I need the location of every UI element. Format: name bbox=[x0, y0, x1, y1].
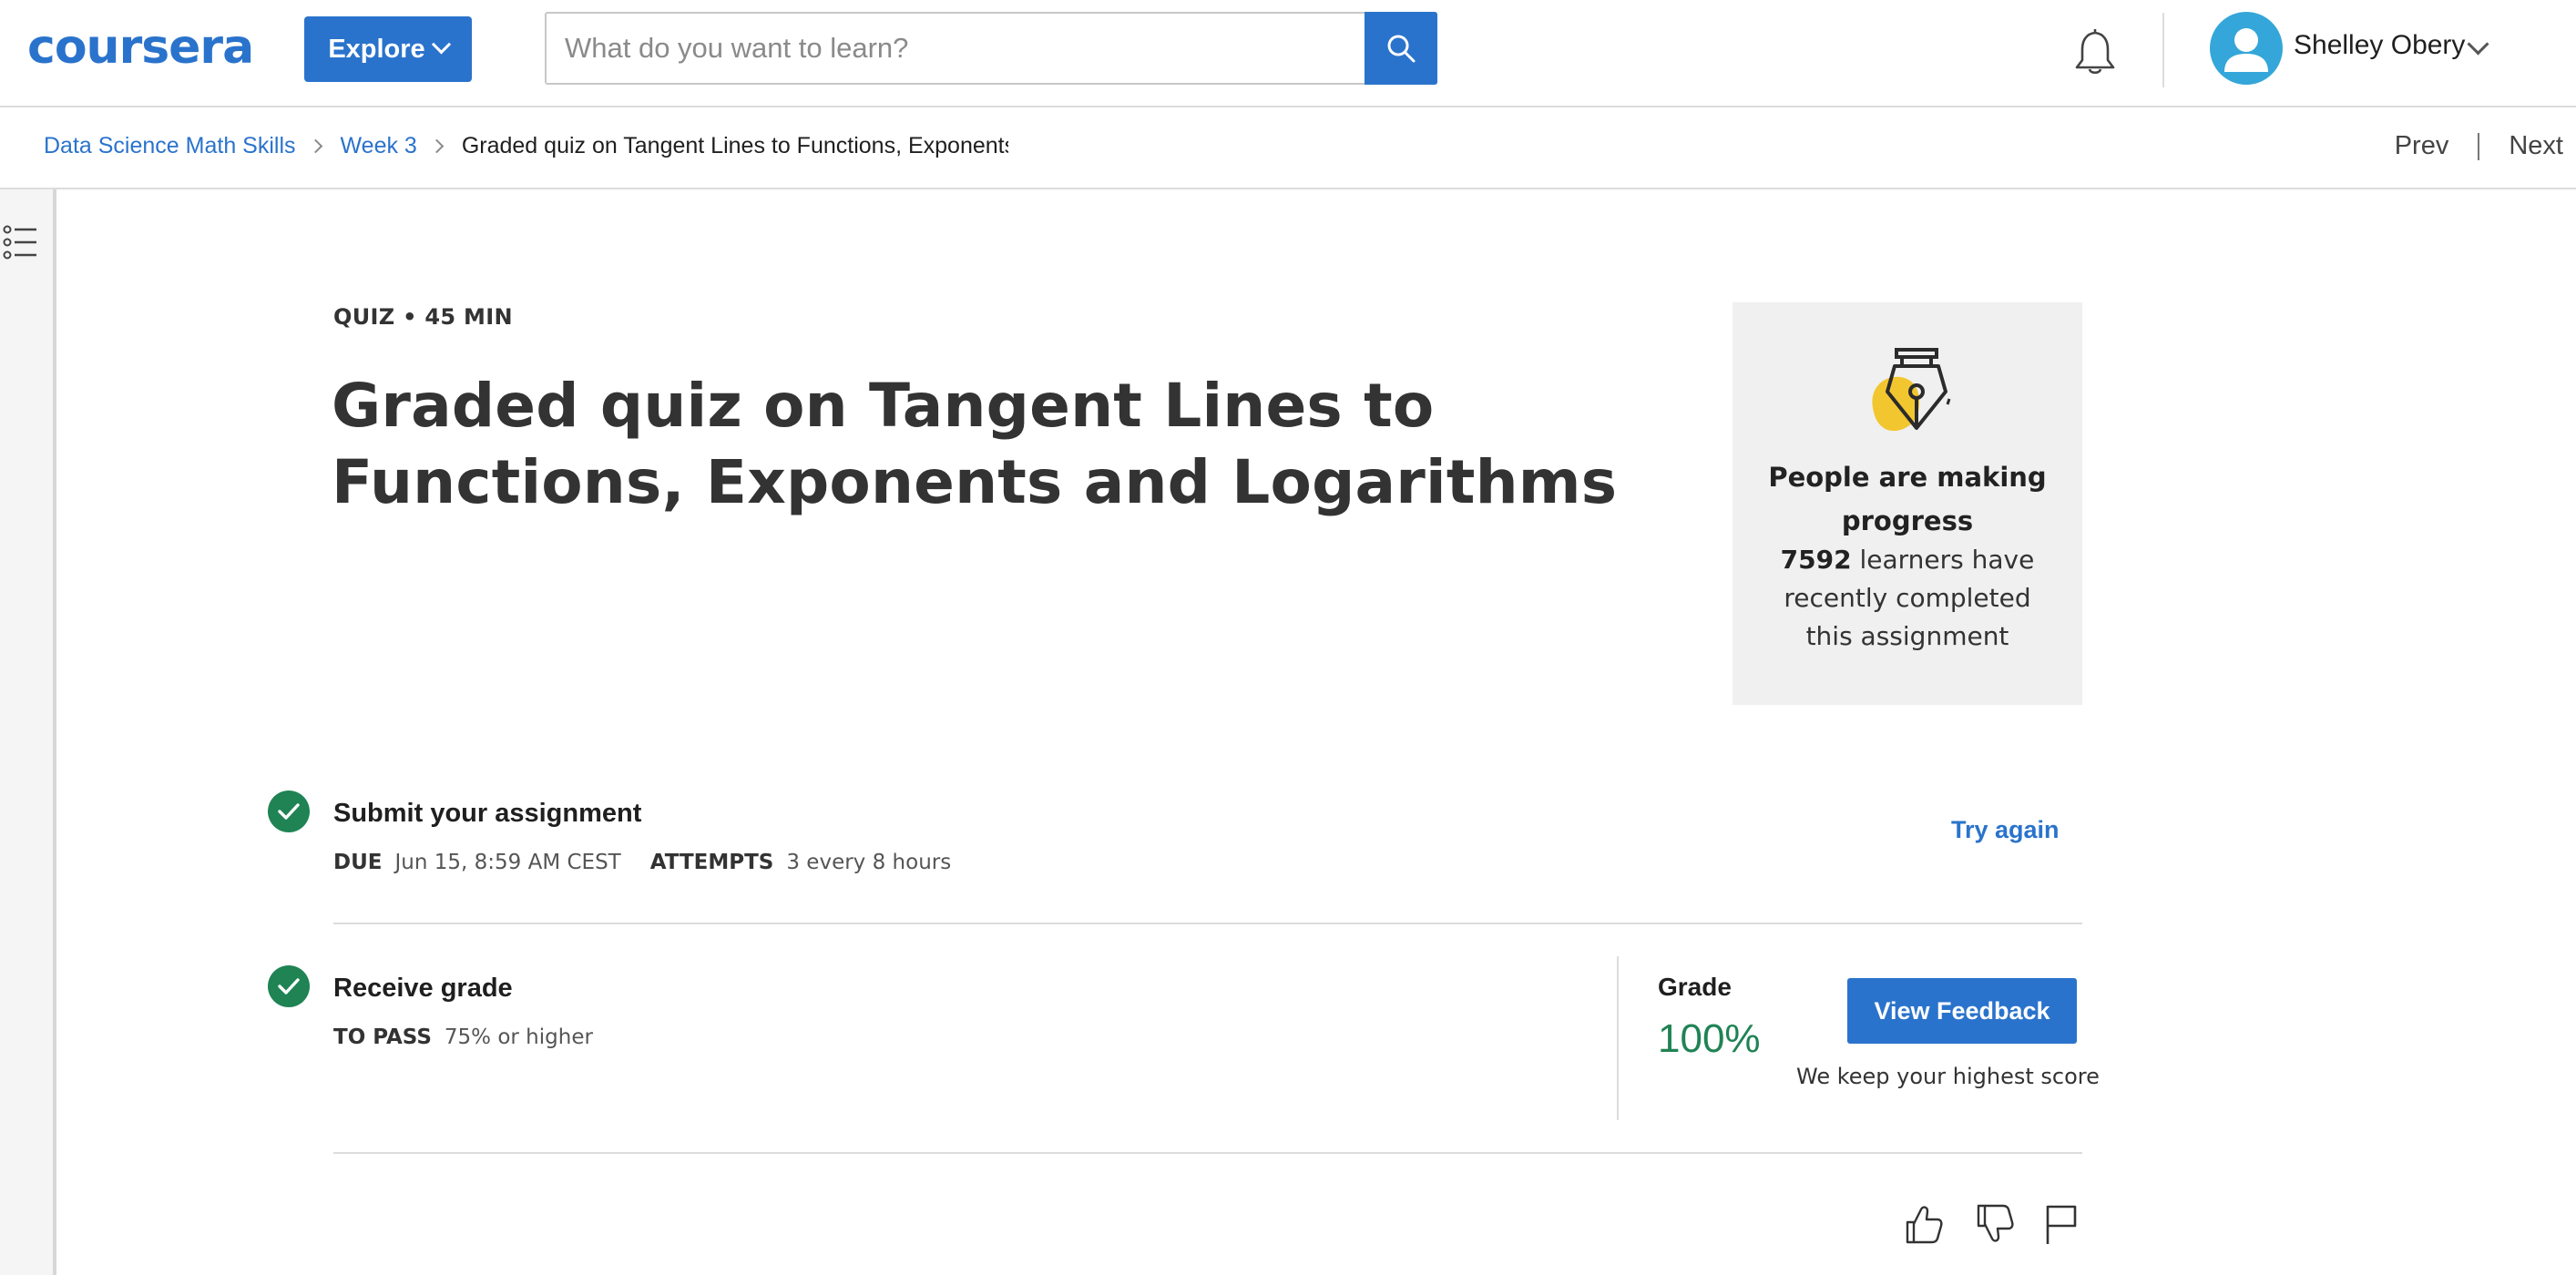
chevron-right-icon bbox=[429, 138, 445, 154]
chevron-right-icon bbox=[308, 138, 322, 154]
avatar-icon bbox=[2224, 28, 2268, 72]
progress-text: 7592 learners have recently completed th… bbox=[1760, 541, 2055, 656]
avatar[interactable] bbox=[2210, 12, 2283, 85]
due-label: DUE bbox=[333, 851, 383, 874]
user-name[interactable]: Shelley Obery bbox=[2294, 30, 2465, 61]
fountain-pen-icon bbox=[1872, 348, 1951, 432]
chevron-down-icon bbox=[431, 34, 451, 54]
grade-label: Grade bbox=[1658, 973, 1732, 1001]
submit-meta: DUE Jun 15, 8:59 AM CEST ATTEMPTS 3 every 8… bbox=[333, 851, 951, 874]
nav-divider bbox=[2478, 132, 2480, 160]
attempts-label: ATTEMPTS bbox=[649, 851, 774, 874]
search-input[interactable] bbox=[547, 14, 1365, 83]
quiz-meta: QUIZ • 45 MIN bbox=[333, 304, 513, 330]
breadcrumb-week[interactable]: Week 3 bbox=[341, 133, 417, 159]
next-link[interactable]: Next bbox=[2509, 131, 2563, 161]
header-divider bbox=[2162, 13, 2164, 87]
breadcrumb-bar: Data Science Math Skills Week 3 Graded q… bbox=[0, 107, 2576, 189]
item-navigation: Prev Next bbox=[2395, 131, 2563, 161]
due-value: Jun 15, 8:59 AM CEST bbox=[394, 851, 621, 874]
grade-check-badge bbox=[268, 965, 310, 1007]
attempts-value: 3 every 8 hours bbox=[786, 851, 952, 874]
top-header: coursera Explore Shelley Obery bbox=[0, 0, 2576, 107]
highest-score-note: We keep your highest score bbox=[1796, 1064, 2100, 1089]
pass-requirement: TO PASS 75% or higher bbox=[333, 1025, 593, 1049]
bell-icon bbox=[2075, 28, 2115, 75]
check-icon bbox=[278, 803, 300, 820]
coursera-logo[interactable]: coursera bbox=[27, 20, 254, 75]
explore-button[interactable]: Explore bbox=[304, 16, 472, 82]
course-outline-icon[interactable] bbox=[2, 222, 40, 262]
explore-label: Explore bbox=[328, 34, 425, 64]
pass-label: TO PASS bbox=[333, 1025, 432, 1049]
try-again-link[interactable]: Try again bbox=[1951, 816, 2060, 844]
receive-grade-title: Receive grade bbox=[333, 974, 513, 1003]
section-divider bbox=[333, 923, 2082, 924]
grade-value: 100% bbox=[1658, 1016, 1761, 1061]
thumbs-down-icon[interactable] bbox=[1975, 1202, 2015, 1246]
section-divider bbox=[333, 1152, 2082, 1154]
learner-count: 7592 bbox=[1780, 545, 1852, 575]
search-button[interactable] bbox=[1365, 12, 1437, 85]
page-title: Graded quiz on Tangent Lines to Function… bbox=[332, 371, 1618, 517]
course-outline-rail bbox=[0, 189, 56, 1275]
breadcrumb-current: Graded quiz on Tangent Lines to Function… bbox=[461, 133, 1008, 158]
prev-link[interactable]: Prev bbox=[2395, 131, 2449, 161]
flag-icon[interactable] bbox=[2042, 1202, 2082, 1246]
grade-divider bbox=[1617, 956, 1619, 1120]
pass-value: 75% or higher bbox=[444, 1025, 593, 1049]
view-feedback-button[interactable]: View Feedback bbox=[1847, 978, 2077, 1044]
search-box bbox=[545, 12, 1437, 85]
notifications-button[interactable] bbox=[2070, 24, 2121, 78]
chevron-down-icon[interactable] bbox=[2467, 33, 2489, 56]
submit-title: Submit your assignment bbox=[333, 799, 642, 828]
check-icon bbox=[278, 978, 300, 994]
breadcrumb: Data Science Math Skills Week 3 Graded q… bbox=[44, 133, 1008, 159]
submit-check-badge bbox=[268, 790, 310, 832]
thumbs-up-icon[interactable] bbox=[1904, 1202, 1944, 1246]
progress-heading: People are making progress bbox=[1768, 462, 2047, 536]
search-icon bbox=[1387, 35, 1416, 63]
breadcrumb-course[interactable]: Data Science Math Skills bbox=[44, 133, 296, 159]
progress-card: People are making progress 7592 learners… bbox=[1733, 302, 2082, 705]
